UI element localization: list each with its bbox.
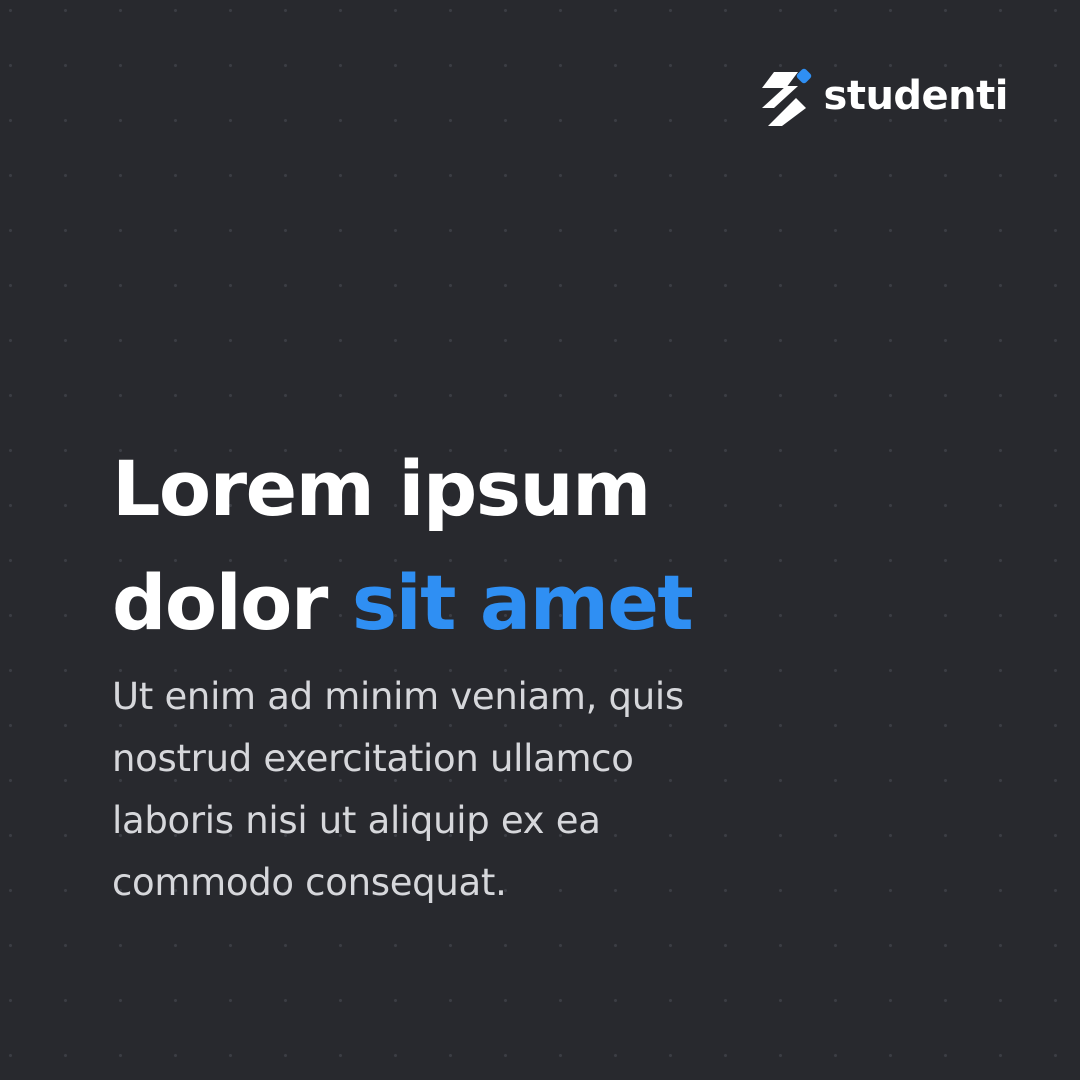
body-paragraph: Ut enim ad minim veniam, quis nostrud ex… — [112, 666, 812, 914]
headline-line-2-plain: dolor — [112, 558, 352, 647]
body-line-2: nostrud exercitation ullamco — [112, 737, 634, 780]
headline-accent: sit amet — [351, 558, 694, 647]
headline: Lorem ipsum dolor sit amet — [112, 432, 872, 660]
brand-logo: studenti — [758, 68, 1009, 128]
body-line-4: commodo consequat. — [112, 861, 507, 904]
pencil-slash-logo-icon — [761, 68, 811, 126]
brand-name: studenti — [823, 73, 1009, 119]
hero-content: Lorem ipsum dolor sit amet Ut enim ad mi… — [112, 432, 872, 914]
body-line-3: laboris nisi ut aliquip ex ea — [112, 799, 601, 842]
body-line-1: Ut enim ad minim veniam, quis — [112, 675, 684, 718]
headline-line-1: Lorem ipsum — [112, 444, 651, 533]
